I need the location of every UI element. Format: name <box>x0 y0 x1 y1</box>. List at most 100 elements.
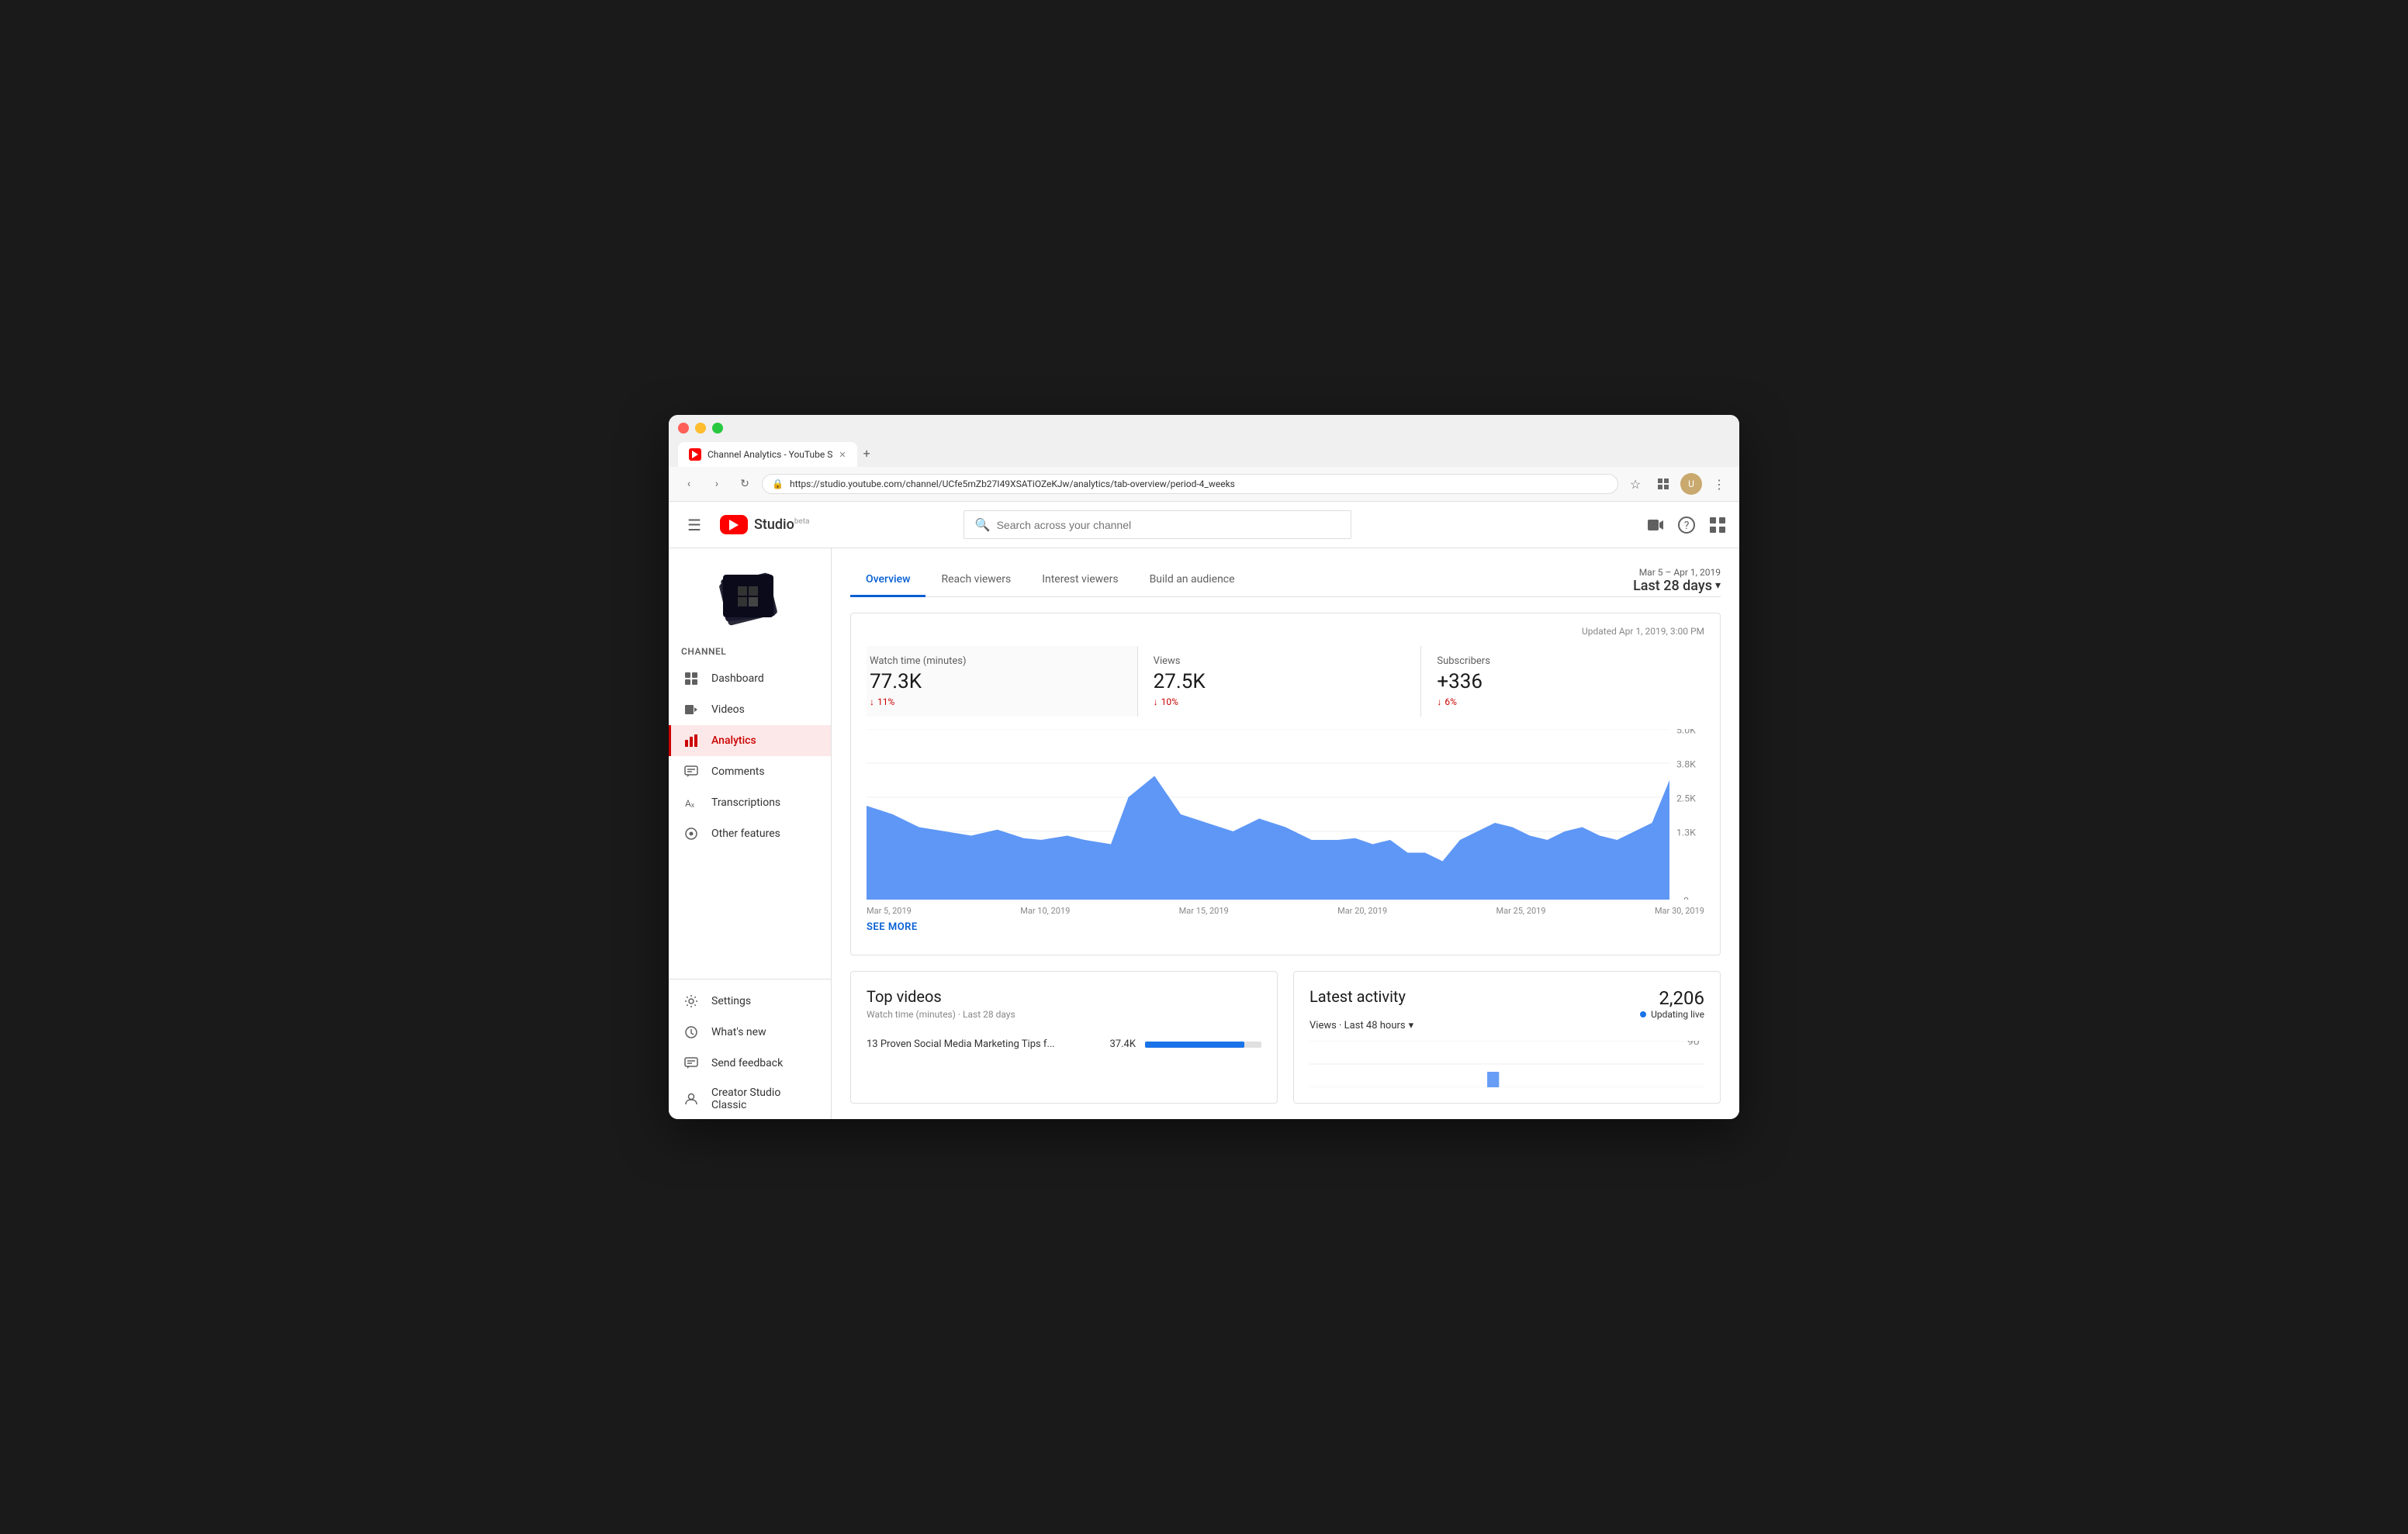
sidebar-item-send-feedback[interactable]: Send feedback <box>669 1048 831 1079</box>
sidebar-item-transcriptions[interactable]: Aₓ Transcriptions <box>669 787 831 818</box>
x-label-2: Mar 10, 2019 <box>1020 906 1070 916</box>
browser-tabs: Channel Analytics - YouTube S ✕ + <box>678 440 1730 467</box>
svg-text:90: 90 <box>1687 1041 1700 1047</box>
views-value: 27.5K <box>1154 670 1406 693</box>
whats-new-icon <box>683 1024 699 1040</box>
watch-time-value: 77.3K <box>870 670 1122 693</box>
forward-button[interactable]: › <box>706 473 728 495</box>
svg-text:5.0K: 5.0K <box>1676 729 1696 735</box>
dashboard-icon <box>683 671 699 686</box>
svg-text:?: ? <box>1684 520 1690 532</box>
settings-icon <box>683 993 699 1009</box>
sidebar-item-analytics[interactable]: Analytics <box>669 725 831 756</box>
chart-container: 5.0K 3.8K 2.5K 1.3K 0 Mar 5, 2019 Mar 10… <box>867 729 1704 900</box>
svg-text:0: 0 <box>1683 896 1689 900</box>
views-pct: 10% <box>1161 696 1178 707</box>
comments-label: Comments <box>711 765 765 778</box>
svg-text:2.5K: 2.5K <box>1676 793 1696 804</box>
latest-activity-chart: 90 <box>1310 1041 1704 1087</box>
youtube-logo-icon <box>720 515 748 534</box>
sidebar-item-comments[interactable]: Comments <box>669 756 831 787</box>
tab-reach-viewers[interactable]: Reach viewers <box>925 564 1026 597</box>
top-videos-card: Top videos Watch time (minutes) · Last 2… <box>850 971 1278 1104</box>
comments-icon <box>683 764 699 779</box>
app-body: Channel Dashboard Videos <box>669 548 1739 1119</box>
new-tab-button[interactable]: + <box>857 440 877 467</box>
watch-time-change: ↓ 11% <box>870 696 1122 707</box>
yt-studio-logo: Studiobeta <box>720 515 810 534</box>
latest-activity-header: Latest activity 2,206 Updating live <box>1310 987 1704 1020</box>
sidebar-item-creator-studio[interactable]: Creator Studio Classic <box>669 1079 831 1119</box>
video-views-1: 37.4K <box>1101 1038 1136 1050</box>
see-more-button[interactable]: SEE MORE <box>867 912 1704 942</box>
search-bar-container: 🔍 <box>964 510 1351 539</box>
views-down-icon: ↓ <box>1154 696 1158 707</box>
sidebar-item-other-features[interactable]: Other features <box>669 818 831 849</box>
sidebar-item-settings[interactable]: Settings <box>669 986 831 1017</box>
tab-close-icon[interactable]: ✕ <box>839 450 846 460</box>
latest-activity-card: Latest activity 2,206 Updating live View… <box>1293 971 1721 1104</box>
watch-time-down-icon: ↓ <box>870 696 874 707</box>
search-input[interactable] <box>997 519 1340 531</box>
apps-grid-icon[interactable] <box>1708 516 1727 534</box>
bookmark-icon[interactable]: ☆ <box>1624 473 1646 495</box>
more-options-icon[interactable]: ⋮ <box>1708 473 1730 495</box>
x-label-1: Mar 5, 2019 <box>867 906 912 916</box>
tab-overview[interactable]: Overview <box>850 564 925 597</box>
active-tab[interactable]: Channel Analytics - YouTube S ✕ <box>678 442 857 467</box>
app-container: ☰ Studiobeta 🔍 <box>669 502 1739 1119</box>
dashboard-label: Dashboard <box>711 672 764 685</box>
extensions-icon[interactable] <box>1652 473 1674 495</box>
channel-logo <box>719 570 781 624</box>
subscribers-stat[interactable]: Subscribers +336 ↓ 6% <box>1421 646 1704 717</box>
updating-live: Updating live <box>1640 1009 1704 1020</box>
updating-live-label: Updating live <box>1651 1009 1704 1020</box>
back-button[interactable]: ‹ <box>678 473 700 495</box>
other-features-icon <box>683 826 699 841</box>
sidebar-item-dashboard[interactable]: Dashboard <box>669 663 831 694</box>
views-stat[interactable]: Views 27.5K ↓ 10% <box>1138 646 1422 717</box>
views-dropdown[interactable]: Views · Last 48 hours ▾ <box>1310 1020 1704 1031</box>
tab-interest-viewers[interactable]: Interest viewers <box>1026 564 1133 597</box>
top-video-row-1[interactable]: 13 Proven Social Media Marketing Tips f.… <box>867 1032 1261 1056</box>
videos-label: Videos <box>711 703 745 716</box>
creator-studio-label: Creator Studio Classic <box>711 1087 818 1111</box>
sidebar-item-whats-new[interactable]: What's new <box>669 1017 831 1048</box>
send-feedback-label: Send feedback <box>711 1057 783 1069</box>
send-feedback-icon <box>683 1055 699 1071</box>
date-range-selector[interactable]: Mar 5 – Apr 1, 2019 Last 28 days ▾ <box>1633 567 1721 594</box>
hamburger-menu[interactable]: ☰ <box>681 510 708 541</box>
maximize-button[interactable] <box>712 423 723 434</box>
svg-text:3.8K: 3.8K <box>1676 759 1696 770</box>
address-bar[interactable]: 🔒 https://studio.youtube.com/channel/UCf… <box>762 474 1618 494</box>
minimize-button[interactable] <box>695 423 706 434</box>
video-bar-container-1 <box>1145 1042 1261 1048</box>
tab-build-audience[interactable]: Build an audience <box>1134 564 1251 597</box>
create-video-button[interactable] <box>1646 516 1665 534</box>
analytics-chart: 5.0K 3.8K 2.5K 1.3K 0 <box>867 729 1704 900</box>
top-videos-title: Top videos <box>867 987 1261 1006</box>
browser-chrome: Channel Analytics - YouTube S ✕ + <box>669 415 1739 467</box>
subscribers-down-icon: ↓ <box>1437 696 1441 707</box>
top-videos-subtitle: Watch time (minutes) · Last 28 days <box>867 1009 1261 1020</box>
other-features-label: Other features <box>711 827 780 840</box>
analytics-icon <box>683 733 699 748</box>
watch-time-stat[interactable]: Watch time (minutes) 77.3K ↓ 11% <box>867 646 1138 717</box>
watch-time-label: Watch time (minutes) <box>870 655 1122 667</box>
date-range-value: Last 28 days ▾ <box>1633 578 1721 594</box>
lock-icon: 🔒 <box>772 479 784 489</box>
traffic-lights <box>678 423 1730 434</box>
user-avatar[interactable]: U <box>1680 473 1702 495</box>
videos-icon <box>683 702 699 717</box>
svg-text:Aₓ: Aₓ <box>685 798 694 809</box>
sidebar-item-videos[interactable]: Videos <box>669 694 831 725</box>
transcriptions-icon: Aₓ <box>683 795 699 810</box>
x-label-5: Mar 25, 2019 <box>1496 906 1546 916</box>
nav-actions: ☆ U ⋮ <box>1624 473 1730 495</box>
close-button[interactable] <box>678 423 689 434</box>
subscribers-pct: 6% <box>1444 696 1457 707</box>
creator-studio-icon <box>683 1091 699 1107</box>
help-icon[interactable]: ? <box>1677 516 1696 534</box>
stats-container: Updated Apr 1, 2019, 3:00 PM Watch time … <box>850 613 1721 955</box>
reload-button[interactable]: ↻ <box>734 473 756 495</box>
